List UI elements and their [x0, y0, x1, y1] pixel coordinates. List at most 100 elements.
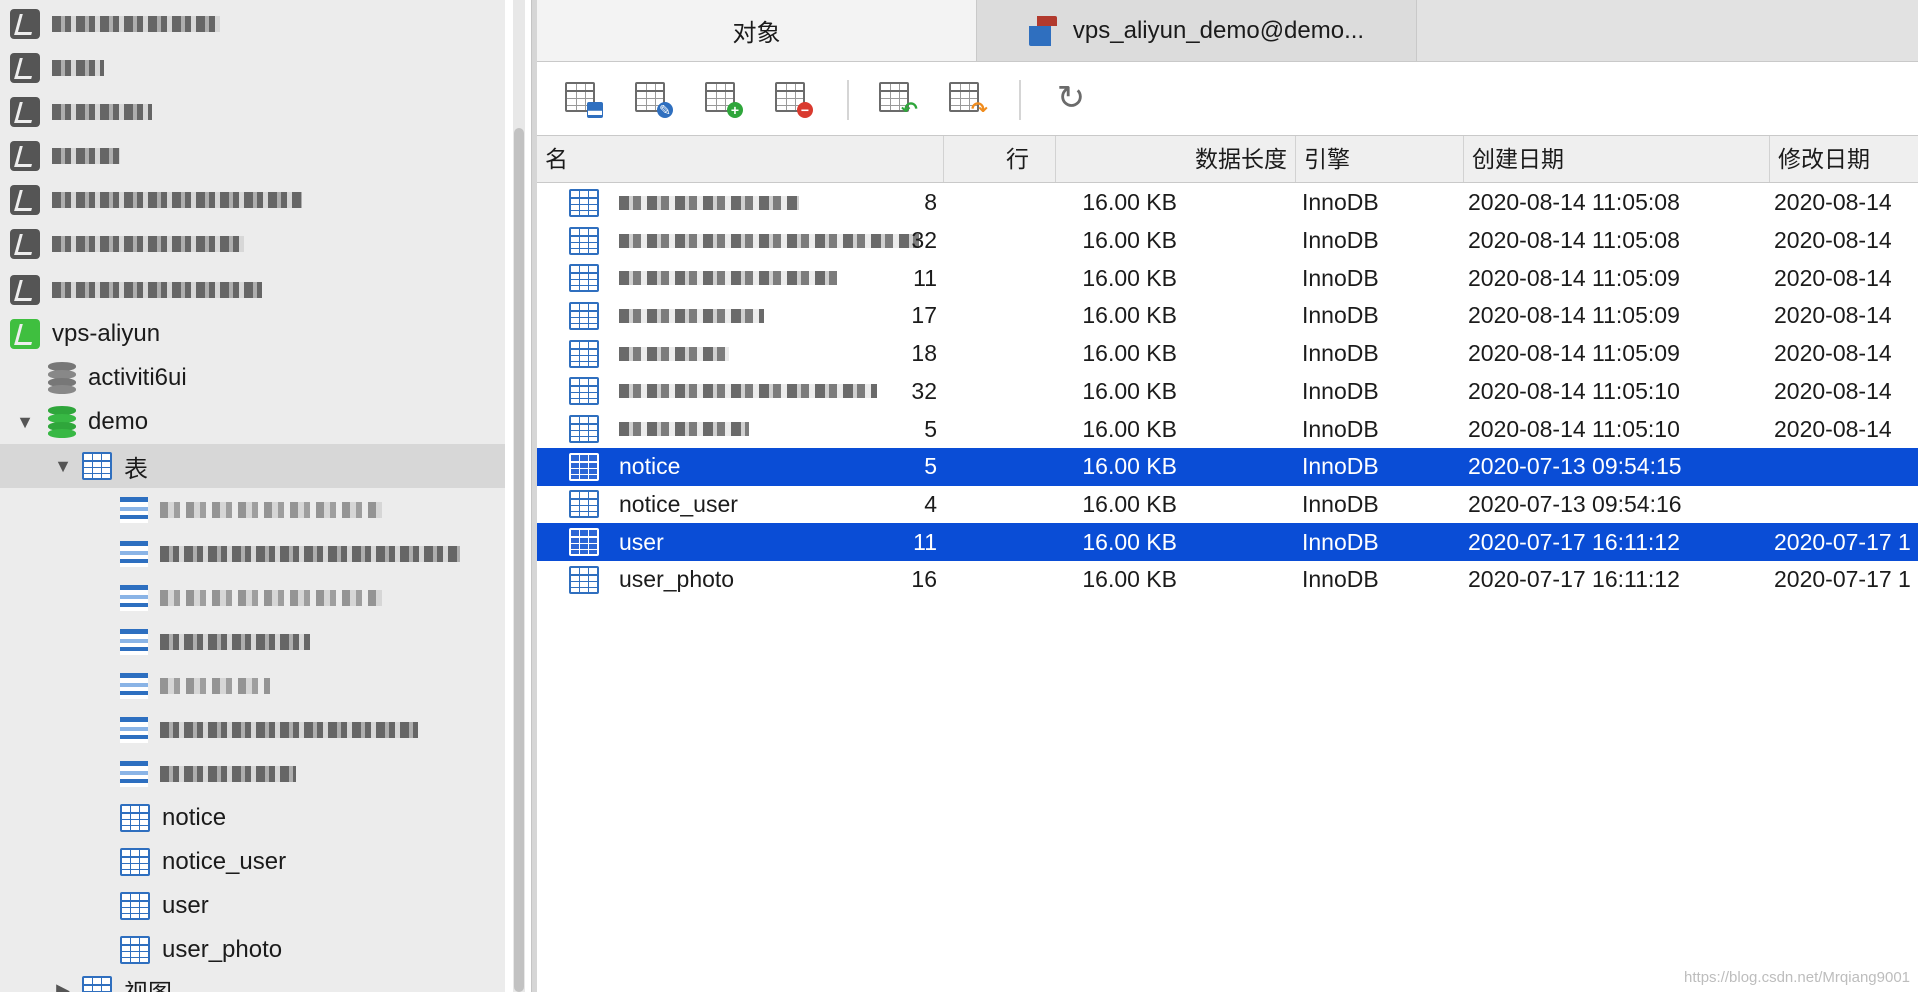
table-row[interactable]: 32 16.00 KB InnoDB 2020-08-14 11:05:10 2020-… — [537, 373, 1918, 411]
tree-tables-node[interactable]: ▼ 表 — [0, 444, 505, 488]
table-row[interactable]: 32 16.00 KB InnoDB 2020-08-14 11:05:08 2020-… — [537, 222, 1918, 260]
connection-active-icon — [10, 319, 40, 349]
tree-connection-blurred-2[interactable] — [0, 46, 505, 90]
blurred-name — [619, 308, 764, 323]
blurred-label — [160, 678, 270, 694]
table-row[interactable]: 17 16.00 KB InnoDB 2020-08-14 11:05:09 2020-… — [537, 297, 1918, 335]
table-row[interactable]: 18 16.00 KB InnoDB 2020-08-14 11:05:09 2020-… — [537, 335, 1918, 373]
table-row-icon-cell — [569, 222, 599, 260]
table-row[interactable]: notice_user 4 16.00 KB InnoDB 2020-07-13 09:… — [537, 486, 1918, 524]
cell-created: 2020-07-13 09:54:15 — [1468, 453, 1682, 480]
tree-db-demo[interactable]: ▼ demo — [0, 400, 505, 444]
import-arrow-icon: ↶ — [901, 99, 918, 121]
cell-modified: 2020-08-14 — [1774, 377, 1892, 404]
connection-icon — [10, 275, 40, 305]
blurred-name — [619, 346, 729, 361]
tree-table-blurred-6[interactable] — [0, 708, 505, 752]
cell-engine: InnoDB — [1302, 415, 1379, 442]
cell-created: 2020-08-14 11:05:09 — [1468, 302, 1680, 329]
cell-rows: 4 — [924, 490, 937, 517]
cell-engine: InnoDB — [1302, 528, 1379, 555]
table-icon — [120, 717, 148, 743]
tree-table-blurred-4[interactable] — [0, 620, 505, 664]
query-table-icon — [1028, 15, 1057, 46]
tree-connection-blurred-6[interactable] — [0, 222, 505, 266]
sidebar-scrollbar-thumb[interactable] — [514, 128, 524, 992]
collapse-triangle-icon[interactable]: ▶ — [50, 980, 76, 992]
tree-table-blurred-7[interactable] — [0, 752, 505, 796]
column-header-engine[interactable]: 引擎 — [1296, 136, 1464, 182]
table-row-icon-cell — [569, 373, 599, 411]
object-panel: 对象 vps_aliyun_demo@demo... ▬ ✎ + − ↶ ↷ ↻… — [537, 0, 1918, 992]
tree-connection-blurred-3[interactable] — [0, 90, 505, 134]
column-header-modified[interactable]: 修改日期 — [1770, 136, 1918, 182]
tree-table-blurred-5[interactable] — [0, 664, 505, 708]
blurred-label — [160, 546, 460, 562]
table-row[interactable]: 11 16.00 KB InnoDB 2020-08-14 11:05:09 2020-… — [537, 259, 1918, 297]
column-header-rows[interactable]: 行 — [944, 136, 1056, 182]
tab-objects[interactable]: 对象 — [537, 0, 977, 61]
column-header-name[interactable]: 名 — [537, 136, 944, 182]
tables-node-label: 表 — [124, 455, 148, 483]
cell-rows: 17 — [911, 302, 937, 329]
table-icon — [120, 892, 150, 920]
import-wizard-button[interactable]: ↶ — [879, 78, 919, 121]
delete-table-button[interactable]: − — [775, 78, 815, 118]
cell-engine: InnoDB — [1302, 566, 1379, 593]
table-row-icon-cell — [569, 448, 599, 486]
column-header-data-length[interactable]: 数据长度 — [1056, 136, 1296, 182]
tab-query[interactable]: vps_aliyun_demo@demo... — [977, 0, 1417, 61]
new-table-button[interactable]: + — [705, 78, 745, 118]
tree-table-user-photo[interactable]: user_photo — [0, 928, 505, 972]
export-wizard-button[interactable]: ↷ — [949, 78, 989, 120]
connection-icon — [10, 141, 40, 171]
table-row-icon-cell — [569, 410, 599, 448]
database-label: demo — [88, 408, 149, 435]
cell-name — [619, 410, 749, 448]
cell-modified: 2020-07-17 1 — [1774, 528, 1911, 555]
tree-views-node[interactable]: ▶ 视图 — [0, 968, 505, 992]
cell-created: 2020-07-17 16:11:12 — [1468, 528, 1680, 555]
table-icon — [120, 936, 150, 964]
tree-table-blurred-3[interactable] — [0, 576, 505, 620]
open-table-button[interactable]: ▬ — [565, 78, 605, 118]
cell-name: notice — [619, 453, 681, 480]
blurred-label — [160, 634, 310, 650]
plus-icon: + — [727, 102, 743, 118]
blurred-label — [160, 590, 382, 606]
table-row[interactable]: user_photo 16 16.00 KB InnoDB 2020-07-17 16:… — [537, 561, 1918, 599]
blurred-label — [160, 766, 296, 782]
table-row[interactable]: user 11 16.00 KB InnoDB 2020-07-17 16:11:12 2… — [537, 523, 1918, 561]
column-header-created[interactable]: 创建日期 — [1464, 136, 1770, 182]
table-row[interactable]: notice 5 16.00 KB InnoDB 2020-07-13 09:54:15 — [537, 447, 1918, 486]
tree-connection-blurred-4[interactable] — [0, 134, 505, 178]
refresh-icon[interactable]: ↻ — [1051, 78, 1091, 118]
tree-connection-vps-aliyun[interactable]: vps-aliyun — [0, 312, 505, 356]
table-icon — [120, 497, 148, 523]
tree-connection-blurred-1[interactable] — [0, 2, 505, 46]
table-row[interactable]: 8 16.00 KB InnoDB 2020-08-14 11:05:08 2020-0… — [537, 184, 1918, 222]
cell-engine: InnoDB — [1302, 490, 1379, 517]
cell-engine: InnoDB — [1302, 189, 1379, 216]
toolbar-separator — [1019, 80, 1021, 120]
tree-table-notice-user[interactable]: notice_user — [0, 840, 505, 884]
cell-engine: InnoDB — [1302, 227, 1379, 254]
table-icon — [569, 528, 599, 557]
tree-table-blurred-1[interactable] — [0, 488, 505, 532]
expand-triangle-icon[interactable]: ▼ — [12, 412, 38, 433]
tree-connection-blurred-7[interactable] — [0, 268, 505, 312]
tree-db-activiti6ui[interactable]: activiti6ui — [0, 356, 505, 400]
column-header-label: 行 — [1006, 146, 1029, 172]
table-icon — [569, 377, 599, 406]
expand-triangle-icon[interactable]: ▼ — [50, 456, 76, 477]
table-icon — [569, 565, 599, 594]
tree-connection-blurred-5[interactable] — [0, 178, 505, 222]
tree-table-notice[interactable]: notice — [0, 796, 505, 840]
tree-table-blurred-2[interactable] — [0, 532, 505, 576]
design-table-button[interactable]: ✎ — [635, 78, 675, 118]
cell-rows: 18 — [911, 340, 937, 367]
connection-icon — [10, 53, 40, 83]
tree-table-user[interactable]: user — [0, 884, 505, 928]
table-row[interactable]: 5 16.00 KB InnoDB 2020-08-14 11:05:10 2020-0… — [537, 410, 1918, 448]
table-icon — [120, 541, 148, 567]
